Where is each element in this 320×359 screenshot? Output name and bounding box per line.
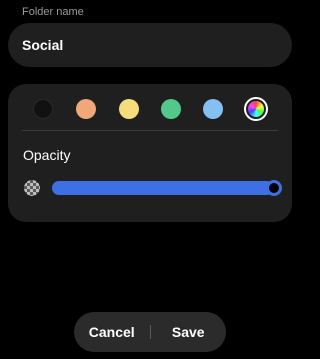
transparency-icon xyxy=(24,180,40,196)
opacity-slider-fill xyxy=(52,181,274,195)
swatch-yellow[interactable] xyxy=(119,99,139,119)
opacity-slider[interactable] xyxy=(52,180,282,196)
appearance-panel: Opacity xyxy=(8,84,292,222)
swatch-green[interactable] xyxy=(161,99,181,119)
swatch-blue[interactable] xyxy=(203,99,223,119)
folder-name-input[interactable]: Social xyxy=(8,23,292,67)
cancel-button[interactable]: Cancel xyxy=(74,324,150,340)
folder-name-value: Social xyxy=(22,37,64,53)
folder-name-label: Folder name xyxy=(22,6,84,18)
swatch-custom-color[interactable] xyxy=(244,97,268,121)
opacity-label: Opacity xyxy=(23,147,71,163)
color-swatch-row xyxy=(8,97,292,127)
panel-divider xyxy=(22,130,278,131)
swatch-orange[interactable] xyxy=(76,99,96,119)
action-bar: Cancel Save xyxy=(74,312,226,352)
swatch-black[interactable] xyxy=(33,99,53,119)
opacity-slider-thumb[interactable] xyxy=(266,180,282,196)
color-picker-icon xyxy=(248,101,264,117)
save-button[interactable]: Save xyxy=(151,324,227,340)
